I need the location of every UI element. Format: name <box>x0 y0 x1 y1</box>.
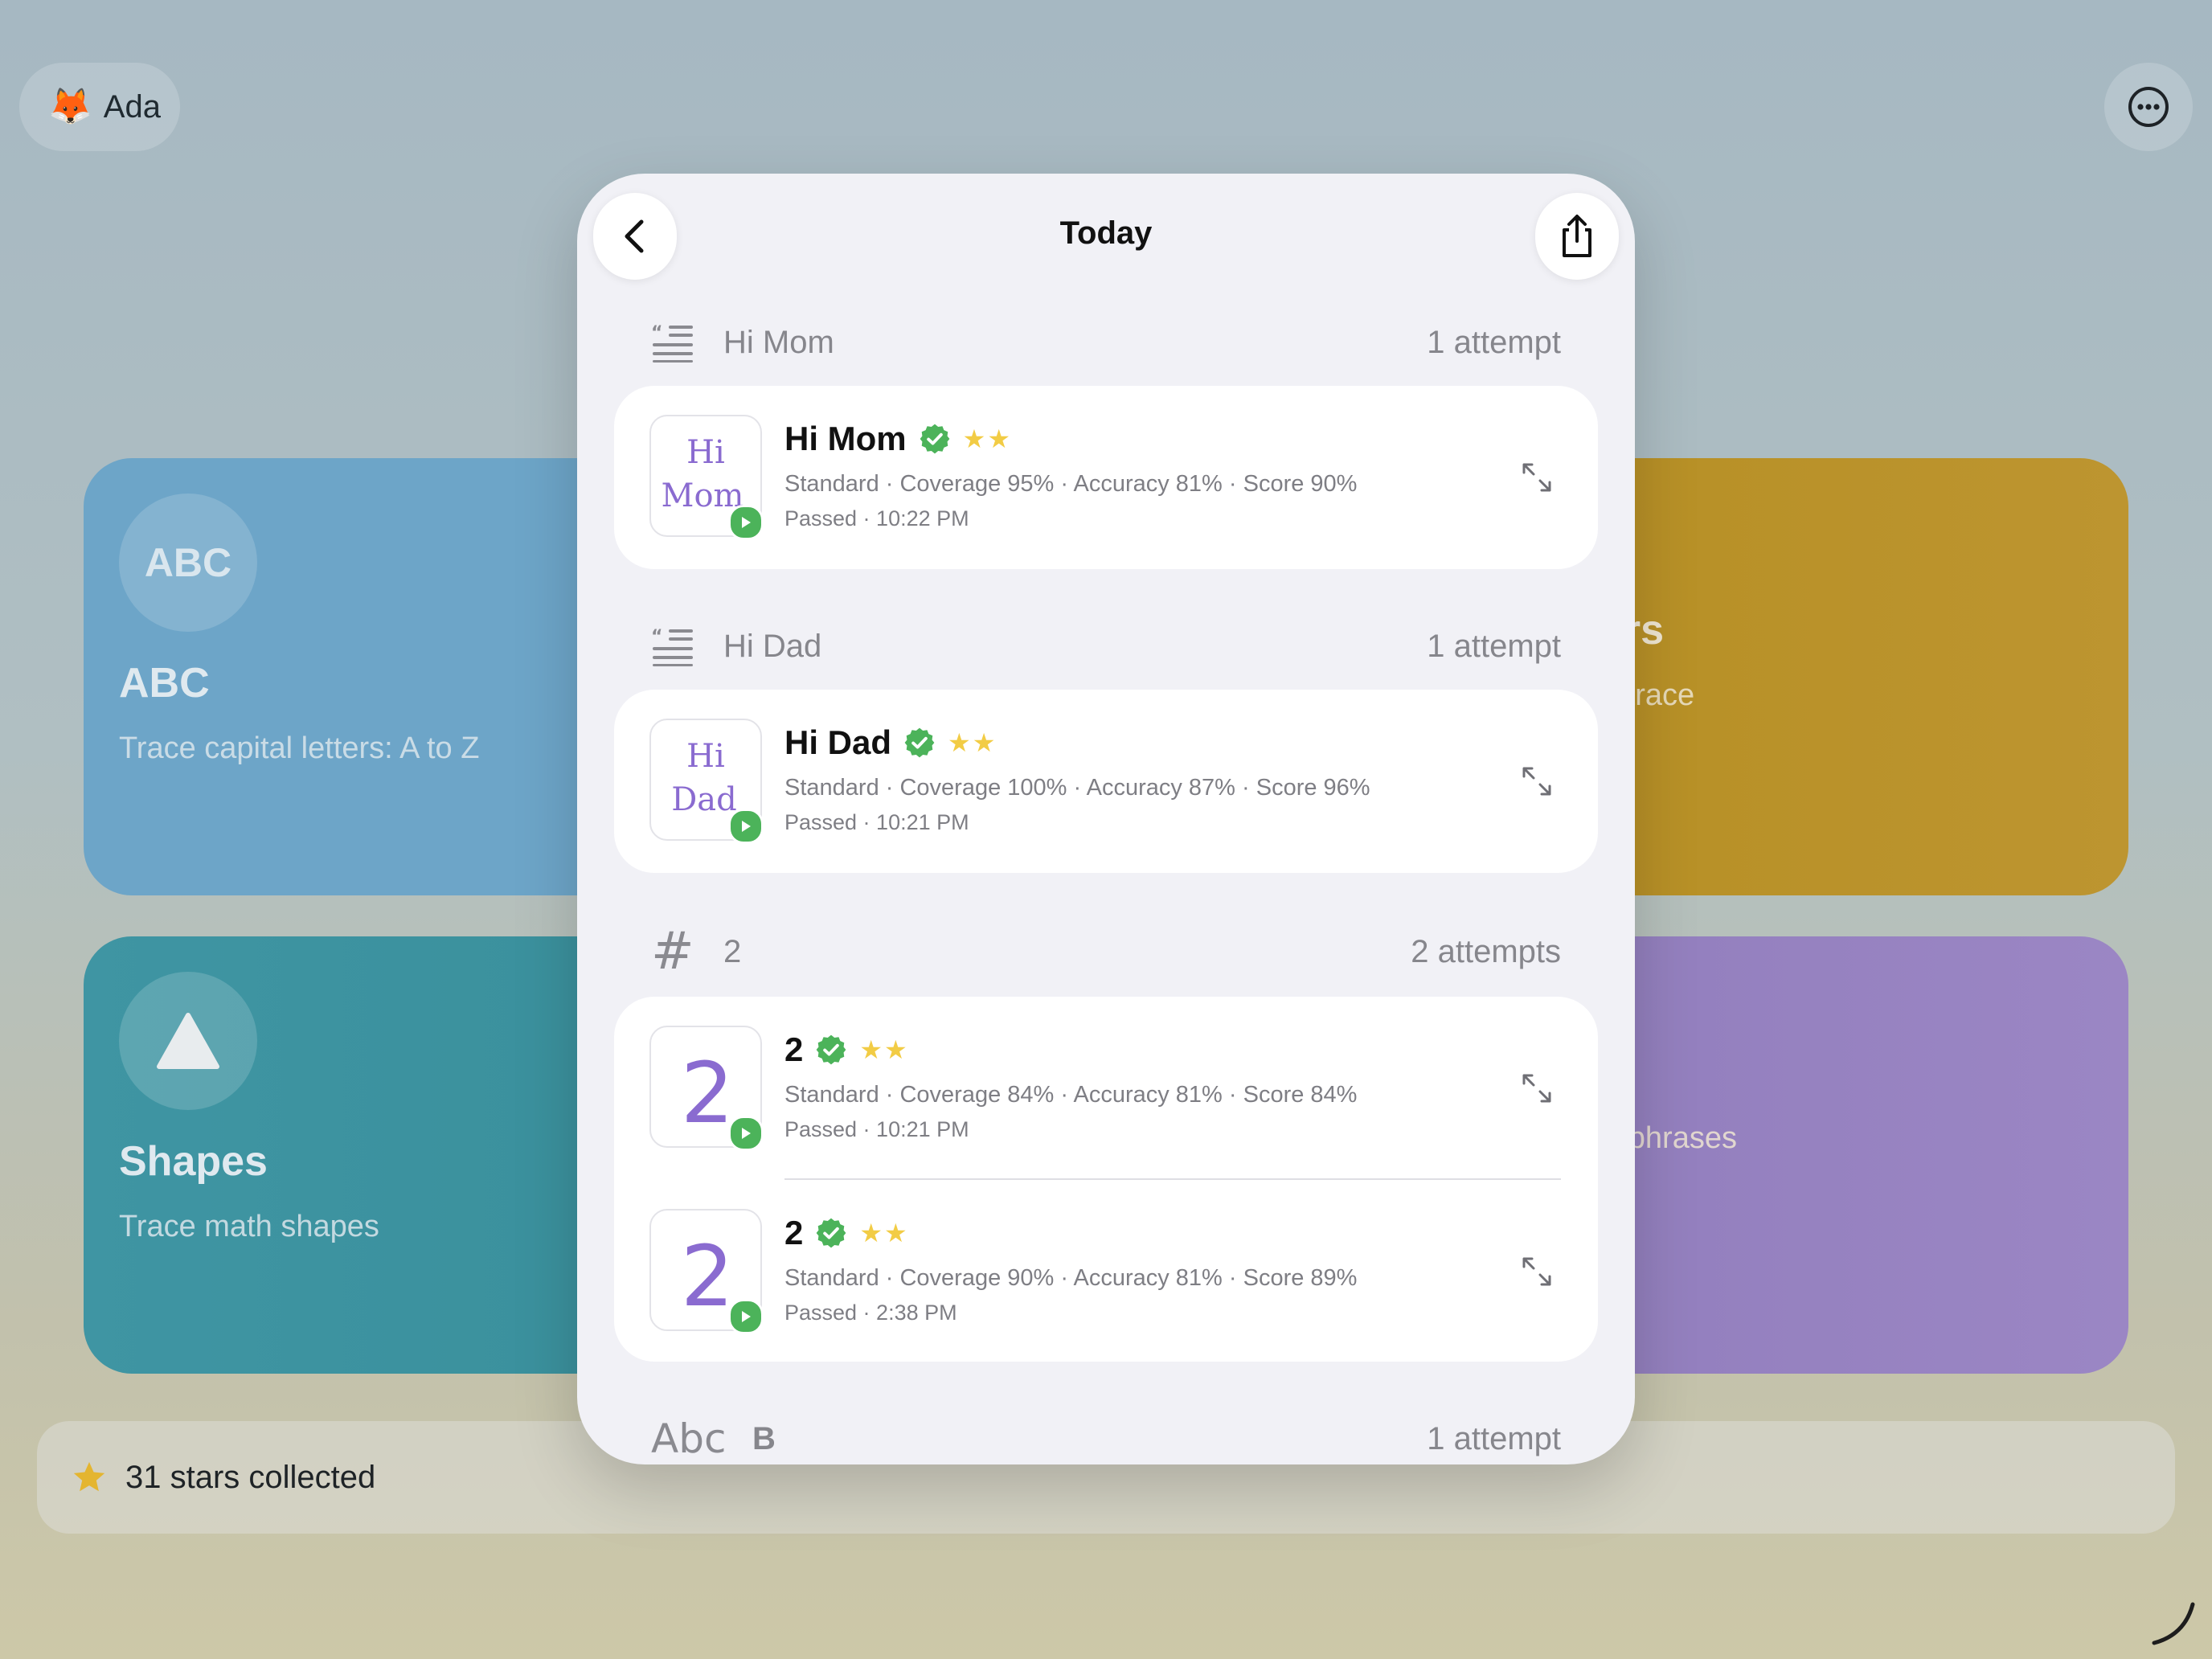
rating-stars: ★★ <box>962 424 1013 453</box>
more-options-button[interactable] <box>2104 63 2193 151</box>
expand-icon[interactable] <box>1519 1254 1555 1289</box>
section-header: # 2 2 attempts <box>651 922 1561 981</box>
sheet-title: Today <box>1059 215 1153 251</box>
svg-text:Hi: Hi <box>686 434 725 471</box>
card-title: s <box>1601 1049 2083 1097</box>
attempt-status: Passed · 10:21 PM <box>784 1117 969 1141</box>
rating-stars: ★★ <box>859 1035 909 1064</box>
play-icon[interactable] <box>728 1299 764 1334</box>
attempt-thumbnail[interactable]: 2 <box>649 1209 764 1334</box>
attempt-count: 1 attempt <box>1427 1420 1561 1456</box>
attempt-name: 2 <box>784 1030 804 1068</box>
attempt-name: 2 <box>784 1214 804 1251</box>
play-icon[interactable] <box>728 1116 764 1151</box>
attempt-thumbnail[interactable]: Hi Mom <box>649 415 764 540</box>
svg-text:“: “ <box>651 627 662 647</box>
stars-summary-text: 31 stars collected <box>125 1459 376 1495</box>
abc-badge: ABC <box>119 494 257 632</box>
rating-stars: ★★ <box>859 1219 909 1247</box>
share-button[interactable] <box>1535 193 1619 280</box>
svg-text:“: “ <box>651 323 662 343</box>
star-icon <box>73 1461 105 1492</box>
attempt-metrics: Standard · Coverage 95% · Accuracy 81% ·… <box>784 471 1358 497</box>
svg-text:2: 2 <box>681 1227 734 1325</box>
section-title: Hi Dad <box>723 628 822 664</box>
verified-badge-icon <box>816 1218 846 1248</box>
attempt-row[interactable]: Hi Mom Hi Mom ★★ Standard · Coverage 95%… <box>614 386 1598 569</box>
section-header: “ Hi Mom 1 attempt <box>651 318 1561 367</box>
svg-text:2: 2 <box>681 1044 734 1142</box>
text-quote-icon: “ <box>651 322 696 363</box>
svg-text:Dad: Dad <box>671 781 737 818</box>
profile-button[interactable]: 🦊 Ada <box>19 63 180 151</box>
attempt-status: Passed · 10:22 PM <box>784 506 969 530</box>
attempt-group: 2 2 ★★ Standard · Coverage 84% · Accurac… <box>614 997 1598 1362</box>
card-description: rt phrases <box>1601 1121 1737 1155</box>
section-header: Abc B 1 attempt <box>651 1415 1561 1463</box>
today-sheet: Today “ Hi Mom 1 attempt Hi Mom Hi Mom ★… <box>577 174 1635 1464</box>
profile-name: Ada <box>103 88 161 125</box>
triangle-icon <box>119 972 257 1110</box>
card-description: d trace <box>1601 678 1695 712</box>
expand-icon[interactable] <box>1519 764 1555 799</box>
ellipsis-circle-icon <box>2128 87 2169 127</box>
attempt-count: 1 attempt <box>1427 628 1561 664</box>
attempt-thumbnail[interactable]: Hi Dad <box>649 719 764 844</box>
attempt-group: Hi Dad Hi Dad ★★ Standard · Coverage 100… <box>614 690 1598 873</box>
attempt-name: Hi Dad <box>784 723 892 761</box>
number-icon: # <box>651 922 694 981</box>
attempt-thumbnail[interactable]: 2 <box>649 1026 764 1151</box>
section-title: 2 <box>723 933 742 969</box>
attempt-name: Hi Mom <box>784 420 907 457</box>
verified-badge-icon <box>904 727 935 758</box>
attempt-metrics: Standard · Coverage 90% · Accuracy 81% ·… <box>784 1265 1358 1291</box>
attempt-row[interactable]: 2 2 ★★ Standard · Coverage 84% · Accurac… <box>614 997 1598 1180</box>
section-title: Hi Mom <box>723 324 834 360</box>
attempt-count: 1 attempt <box>1427 324 1561 360</box>
text-quote-icon: “ <box>651 626 696 666</box>
play-icon[interactable] <box>728 809 764 844</box>
play-icon[interactable] <box>728 505 764 540</box>
verified-badge-icon <box>816 1034 846 1065</box>
rating-stars: ★★ <box>948 728 997 757</box>
share-icon <box>1563 215 1591 257</box>
letter-icon: Abc <box>651 1415 727 1462</box>
svg-text:Mom: Mom <box>662 477 744 514</box>
attempt-row[interactable]: Hi Dad Hi Dad ★★ Standard · Coverage 100… <box>614 690 1598 873</box>
attempt-status: Passed · 2:38 PM <box>784 1301 957 1325</box>
attempt-metrics: Standard · Coverage 84% · Accuracy 81% ·… <box>784 1082 1358 1108</box>
expand-icon[interactable] <box>1519 1071 1555 1106</box>
expand-icon[interactable] <box>1519 460 1555 495</box>
attempt-group: Hi Mom Hi Mom ★★ Standard · Coverage 95%… <box>614 386 1598 569</box>
svg-text:Hi: Hi <box>686 738 725 775</box>
attempt-row[interactable]: 2 2 ★★ Standard · Coverage 90% · Accurac… <box>614 1180 1598 1363</box>
attempt-status: Passed · 10:21 PM <box>784 810 969 834</box>
attempt-count: 2 attempts <box>1411 933 1561 969</box>
pencil-stroke-icon <box>2152 1602 2195 1645</box>
section-title: B <box>752 1420 776 1456</box>
card-title: ers <box>1601 606 2083 654</box>
attempt-metrics: Standard · Coverage 100% · Accuracy 87% … <box>784 775 1370 801</box>
fox-avatar-icon: 🦊 <box>48 87 92 126</box>
verified-badge-icon <box>920 424 950 454</box>
section-header: “ Hi Dad 1 attempt <box>651 622 1561 670</box>
